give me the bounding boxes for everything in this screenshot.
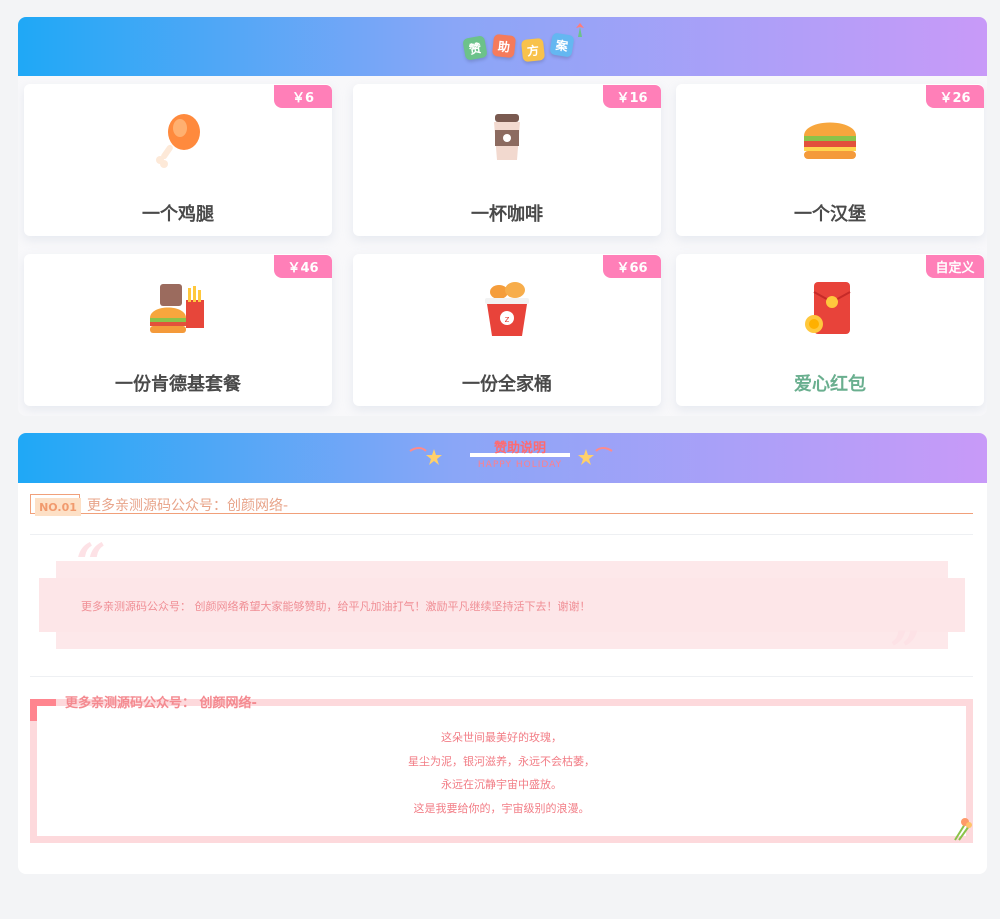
sponsor-title: 赞 助 方 案 (462, 32, 575, 63)
drumstick-icon (156, 114, 200, 168)
quote-text: 更多亲测源码公众号： 创颜网络希望大家能够赞助，给平凡加油打气！激励平凡继续坚持… (81, 600, 591, 613)
svg-text:z: z (505, 315, 510, 325)
explain-subtitle: HAPPY HOLIDAY (477, 460, 563, 470)
explain-header: 赞助说明 HAPPY HOLIDAY (18, 433, 987, 483)
title-tile: 方 (520, 37, 546, 63)
no-badge-text: NO.01 (35, 498, 81, 516)
divider (30, 534, 973, 535)
poem-line: 这是我要给你的，宇宙级别的浪漫。 (413, 801, 590, 815)
price-badge: ￥6 (274, 85, 332, 108)
item-name: 一份全家桶 (462, 374, 552, 395)
explain-title: 赞助说明 HAPPY HOLIDAY (470, 437, 570, 470)
section-heading-text: 更多亲测源码公众号：创颜网络- (87, 498, 289, 514)
section-heading: NO.01 更多亲测源码公众号：创颜网络- (30, 494, 973, 516)
item-name: 爱心红包 (794, 374, 866, 395)
item-name: 一个鸡腿 (142, 204, 214, 225)
no-badge: NO.01 (30, 494, 81, 516)
title-tile: 赞 (462, 35, 488, 61)
sponsor-card-burger[interactable]: ￥26 一个汉堡 (676, 84, 984, 236)
poem: 这朵世间最美好的玫瑰， 星尘为泥，银河滋养，永远不会枯萎， 永远在沉静宇宙中盛放… (30, 726, 973, 820)
sponsor-card-bucket[interactable]: ￥66 z 一份全家桶 (353, 254, 661, 406)
burger-icon (804, 122, 856, 159)
poem-corner (30, 699, 56, 721)
title-tile: 案 (549, 32, 575, 58)
star-icon (409, 447, 442, 465)
poem-line: 这朵世间最美好的玫瑰， (441, 731, 562, 744)
coffee-cup-icon (494, 114, 520, 160)
flower-icon (954, 818, 972, 841)
item-name: 一个汉堡 (794, 204, 866, 225)
red-envelope-icon (805, 282, 851, 334)
sponsor-card-coffee[interactable]: ￥16 一杯咖啡 (353, 84, 661, 236)
explain-title-text: 赞助说明 (493, 441, 546, 456)
sponsor-card-redpacket[interactable]: 自定义 爱心红包 (676, 254, 984, 406)
poem-line: 星尘为泥，银河滋养，永远不会枯萎， (408, 754, 595, 768)
ribbon-icon (576, 23, 584, 37)
poem-title: 更多亲测源码公众号： 创颜网络- (65, 696, 257, 711)
price-badge: ￥26 (926, 85, 984, 108)
price-badge: ￥46 (274, 255, 332, 278)
poem-line: 永远在沉静宇宙中盛放。 (441, 778, 562, 791)
sponsor-card-drumstick[interactable]: ￥6 一个鸡腿 (24, 84, 332, 236)
open-quote-icon: “ (76, 533, 106, 594)
star-icon (578, 447, 613, 465)
sponsor-header: 赞 助 方 案 (18, 17, 987, 76)
item-name: 一杯咖啡 (471, 204, 543, 225)
divider (30, 676, 973, 677)
explain-panel: 赞助说明 HAPPY HOLIDAY NO.01 更多亲测源码公众号：创颜网络-… (18, 433, 987, 874)
price-badge: ￥66 (603, 255, 661, 278)
close-quote-icon: ” (890, 621, 920, 682)
chicken-bucket-icon: z (485, 282, 529, 336)
sponsor-card-combo[interactable]: ￥46 一份肯德基套餐 (24, 254, 332, 406)
title-tile: 助 (491, 33, 517, 59)
sponsor-panel: 赞 助 方 案 ￥6 一个鸡腿 ￥16 一杯咖啡 ￥26 一个汉堡 ￥46 一份… (18, 17, 987, 416)
combo-meal-icon (150, 284, 204, 333)
item-name: 一份肯德基套餐 (115, 374, 241, 395)
price-badge: ￥16 (603, 85, 661, 108)
price-badge: 自定义 (926, 255, 984, 278)
